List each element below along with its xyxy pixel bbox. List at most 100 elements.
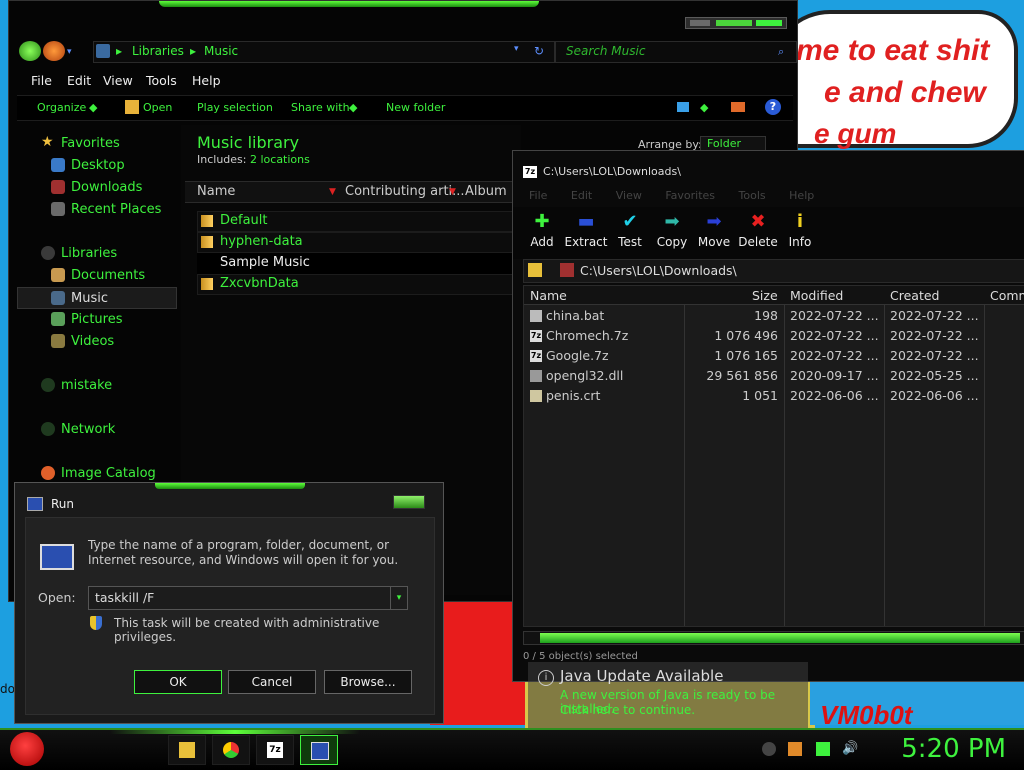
java-update-notification[interactable]: i Java Update Available A new version of… [528,662,808,728]
table-row[interactable]: opengl32.dll 29 561 856 2020-09-17 ... 2… [524,366,1024,386]
close-button[interactable] [756,20,782,26]
open-button[interactable]: Open [143,101,172,114]
copy-button[interactable]: ➡ Copy [649,211,695,257]
notification-link[interactable]: Click here to continue. [560,703,695,717]
cancel-button[interactable]: Cancel [228,670,316,694]
menu-help[interactable]: Help [789,189,814,202]
nav-network[interactable]: Network [17,419,175,439]
7zip-window: 7z C:\Users\LOL\Downloads\ File Edit View… [512,150,1024,682]
list-item[interactable]: ZxcvbnData [197,274,523,295]
column-modified[interactable]: Modified [790,288,843,303]
column-album[interactable]: Album [465,184,507,199]
search-input[interactable]: Search Music ⌕ [555,41,797,63]
library-locations-link[interactable]: 2 locations [250,153,310,166]
back-button[interactable] [19,41,41,61]
path-bar[interactable]: C:\Users\LOL\Downloads\ [523,259,1024,283]
horizontal-scrollbar[interactable] [523,631,1024,645]
desktop-icon-label[interactable]: do [0,682,15,696]
menu-view[interactable]: View [103,73,133,88]
column-name[interactable]: Name [197,184,235,199]
taskbar-chrome[interactable] [212,735,250,765]
scrollbar-thumb[interactable] [540,633,1020,643]
table-row[interactable]: 7z Chromech.7z 1 076 496 2022-07-22 ... … [524,326,1024,346]
help-icon[interactable]: ? [765,99,781,115]
close-button[interactable] [393,495,425,509]
nav-music[interactable]: Music [17,287,177,309]
nav-recent-places[interactable]: Recent Places [17,199,175,219]
extract-button[interactable]: ▬ Extract [563,211,609,257]
test-button[interactable]: ✔ Test [607,211,653,257]
menu-view[interactable]: View [616,189,642,202]
nav-image-catalog[interactable]: Image Catalog [17,463,175,483]
tray-arrow-icon[interactable] [762,742,776,756]
info-button[interactable]: i Info [777,211,823,257]
maximize-button[interactable] [716,20,752,26]
java-tray-icon[interactable] [788,742,802,756]
folder-up-icon[interactable] [528,263,542,277]
nav-documents[interactable]: Documents [17,265,175,285]
taskbar-run[interactable] [300,735,338,765]
preview-pane-icon[interactable] [731,102,745,112]
share-with-button[interactable]: Share with [291,101,350,114]
folder-icon [201,278,213,290]
nav-favorites[interactable]: ★ Favorites [17,133,175,153]
open-input[interactable]: taskkill /F ▾ [88,586,408,610]
volume-icon[interactable]: 🔊 [842,742,858,756]
recent-pages-dropdown-icon[interactable]: ▾ [67,47,72,57]
view-options-icon[interactable] [677,102,689,112]
chevron-down-icon[interactable]: ▾ [390,587,407,609]
add-button[interactable]: ✚ Add [519,211,565,257]
menu-help[interactable]: Help [192,73,221,88]
menu-file[interactable]: File [529,189,547,202]
column-created[interactable]: Created [890,288,939,303]
column-dropdown-icon[interactable]: ▼ [329,187,336,197]
taskbar-explorer[interactable] [168,735,206,765]
menu-edit[interactable]: Edit [571,189,592,202]
ok-button[interactable]: OK [134,670,222,694]
column-contributing-artists[interactable]: Contributing arti... [345,184,465,199]
delete-icon: ✖ [750,211,766,232]
status-bar: 0 / 5 object(s) selected [523,651,638,662]
caption-buttons[interactable] [685,17,787,29]
refresh-icon[interactable]: ↻ [534,44,544,58]
table-row[interactable]: penis.crt 1 051 2022-06-06 ... 2022-06-0… [524,386,1024,406]
nav-libraries[interactable]: Libraries [17,243,175,263]
nav-pictures[interactable]: Pictures [17,309,175,329]
nav-videos[interactable]: Videos [17,331,175,351]
menu-edit[interactable]: Edit [67,73,91,88]
breadcrumb-libraries[interactable]: Libraries [132,44,184,58]
column-name[interactable]: Name [530,288,567,303]
nav-desktop[interactable]: Desktop [17,155,175,175]
address-bar[interactable]: ▸ Libraries ▸ Music ▾ ↻ [93,41,555,63]
move-button[interactable]: ➡ Move [691,211,737,257]
pictures-icon [51,312,65,326]
search-icon[interactable]: ⌕ [778,45,784,59]
action-center-icon[interactable] [816,742,830,756]
column-size[interactable]: Size [752,288,778,303]
nav-mistake[interactable]: mistake [17,375,175,395]
breadcrumb-music[interactable]: Music [204,44,238,58]
list-item[interactable]: Sample Music [197,253,523,274]
browse-button[interactable]: Browse... [324,670,412,694]
forward-button[interactable] [43,41,65,61]
list-item[interactable]: Default [197,211,523,232]
nav-downloads[interactable]: Downloads [17,177,175,197]
address-dropdown-icon[interactable]: ▾ [514,44,519,54]
play-selection-button[interactable]: Play selection [197,101,273,114]
menu-file[interactable]: File [31,73,52,88]
new-folder-button[interactable]: New folder [386,101,445,114]
minimize-button[interactable] [690,20,710,26]
column-comment[interactable]: Comm [990,288,1024,303]
delete-button[interactable]: ✖ Delete [735,211,781,257]
menu-tools[interactable]: Tools [146,73,177,88]
column-dropdown-icon[interactable]: ▼ [449,187,456,197]
list-item[interactable]: hyphen-data [197,232,523,253]
organize-button[interactable]: Organize [37,101,86,114]
start-button[interactable] [10,732,44,766]
clock[interactable]: 5:20 PM [901,734,1006,764]
taskbar-7zip[interactable]: 7z [256,735,294,765]
table-row[interactable]: 7z Google.7z 1 076 165 2022-07-22 ... 20… [524,346,1024,366]
table-row[interactable]: china.bat 198 2022-07-22 ... 2022-07-22 … [524,306,1024,326]
menu-tools[interactable]: Tools [739,189,766,202]
menu-favorites[interactable]: Favorites [665,189,715,202]
